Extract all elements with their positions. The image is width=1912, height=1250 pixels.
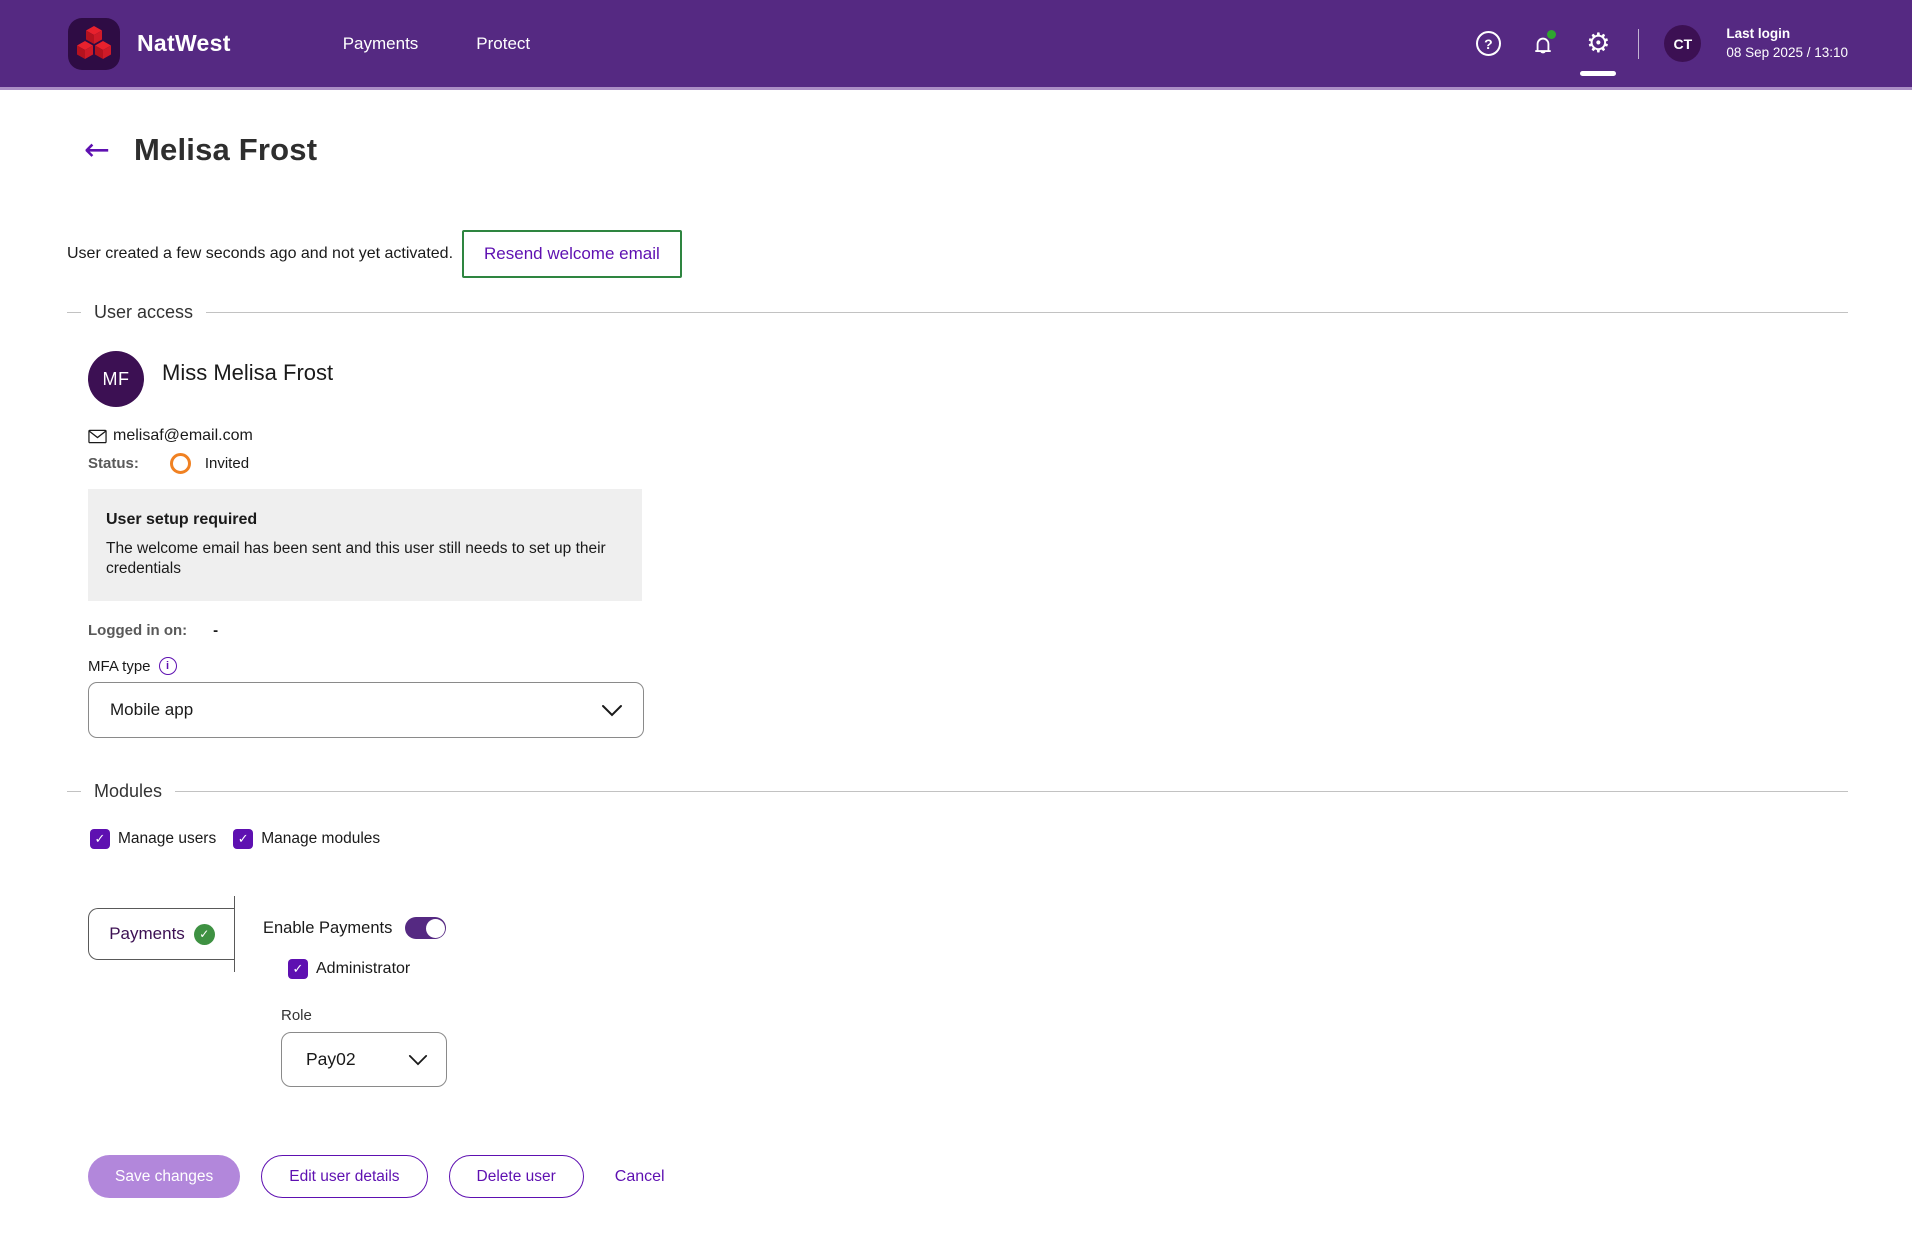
manage-users-checkbox-group[interactable]: ✓ Manage users <box>90 829 217 850</box>
last-login-label: Last login <box>1726 26 1791 42</box>
administrator-row: ✓ Administrator <box>288 959 447 980</box>
status-value: Invited <box>204 455 250 472</box>
top-nav-bar: NatWest Payments Protect ? ⚙ CT Last log… <box>0 0 1912 90</box>
user-access-label: User access <box>94 302 194 322</box>
module-enabled-check-icon: ✓ <box>193 923 215 945</box>
role-label: Role <box>281 1007 312 1025</box>
user-access-section-title: User access <box>67 302 1848 323</box>
user-email: melisaf@email.com <box>113 427 253 444</box>
info-icon[interactable]: i <box>158 657 177 676</box>
role-select[interactable]: Pay02 <box>281 1032 447 1088</box>
cancel-link[interactable]: Cancel <box>615 1168 665 1186</box>
modules-label: Modules <box>94 781 163 802</box>
toggle-knob <box>425 918 445 938</box>
setup-box-title: User setup required <box>106 511 258 528</box>
enable-payments-row: Enable Payments <box>263 917 447 940</box>
primary-nav: Payments Protect <box>343 34 530 54</box>
modules-permissions-row: ✓ Manage users ✓ Manage modules <box>90 829 1912 850</box>
manage-modules-checkbox-group[interactable]: ✓ Manage modules <box>233 829 381 850</box>
administrator-label: Administrator <box>316 960 411 978</box>
manage-modules-checkbox[interactable]: ✓ <box>233 829 254 850</box>
nav-item-payments[interactable]: Payments <box>343 34 419 54</box>
notification-dot <box>1547 29 1557 39</box>
module-tab-rail: Payments ✓ <box>88 896 235 973</box>
chevron-down-icon <box>602 704 622 717</box>
page-header: ← Melisa Frost <box>0 90 1912 168</box>
help-icon: ? <box>1475 31 1501 56</box>
administrator-checkbox-group[interactable]: ✓ Administrator <box>288 959 447 980</box>
status-invited-icon <box>169 453 191 474</box>
mfa-type-selected-value: Mobile app <box>110 700 194 720</box>
gear-icon: ⚙ <box>1586 28 1611 59</box>
chevron-down-icon <box>408 1054 428 1066</box>
edit-user-details-button[interactable]: Edit user details <box>261 1155 428 1199</box>
mfa-label-row: MFA type i <box>88 657 1912 676</box>
manage-users-label: Manage users <box>118 830 217 848</box>
help-button[interactable]: ? <box>1473 29 1503 59</box>
user-access-content: MF Miss Melisa Frost melisaf@email.com S… <box>88 351 1912 739</box>
administrator-checkbox[interactable]: ✓ <box>288 959 308 980</box>
enable-payments-label: Enable Payments <box>263 918 393 937</box>
setup-box-body: The welcome email has been sent and this… <box>106 540 606 578</box>
header-divider <box>1638 28 1640 59</box>
enable-payments-toggle[interactable] <box>405 917 447 940</box>
tab-payments[interactable]: Payments ✓ <box>88 908 235 961</box>
back-arrow-icon[interactable]: ← <box>84 134 110 166</box>
manage-users-checkbox[interactable]: ✓ <box>90 829 110 850</box>
user-menu-avatar[interactable]: CT <box>1664 25 1702 62</box>
module-detail-area: Payments ✓ Enable Payments ✓ Administrat… <box>0 896 1912 1088</box>
avatar: MF <box>88 351 144 407</box>
natwest-logo[interactable] <box>68 17 120 70</box>
logged-in-row: Logged in on: - <box>88 622 1912 639</box>
mfa-type-select[interactable]: Mobile app <box>88 682 644 739</box>
nav-item-protect[interactable]: Protect <box>476 34 530 54</box>
status-row: Status: Invited <box>88 453 1912 474</box>
save-changes-button[interactable]: Save changes <box>88 1155 241 1199</box>
resend-welcome-email-button[interactable]: Resend welcome email <box>462 230 682 278</box>
email-row: melisaf@email.com <box>88 427 1912 445</box>
role-selected-value: Pay02 <box>306 1049 356 1070</box>
page-title: Melisa Frost <box>133 132 318 167</box>
last-login-value: 08 Sep 2025 / 13:10 <box>1726 44 1848 60</box>
activation-notice-text: User created a few seconds ago and not y… <box>67 245 454 262</box>
mfa-type-label: MFA type <box>88 657 151 675</box>
payments-module-panel: Enable Payments ✓ Administrator Role Pay… <box>263 896 447 1088</box>
user-setup-required-box: User setup required The welcome email ha… <box>88 489 642 602</box>
user-full-name: Miss Melisa Frost <box>162 360 334 385</box>
status-label: Status: <box>88 455 139 472</box>
tab-payments-label: Payments <box>109 924 185 944</box>
header-utilities: ? ⚙ CT Last login 08 Sep 2025 / 13:10 <box>1473 25 1848 62</box>
last-login-block: Last login 08 Sep 2025 / 13:10 <box>1726 25 1848 61</box>
settings-button[interactable]: ⚙ <box>1583 29 1613 59</box>
footer-actions: Save changes Edit user details Delete us… <box>88 1155 1912 1199</box>
role-block: Role Pay02 <box>281 1007 447 1088</box>
brand-name: NatWest <box>137 30 231 56</box>
activation-notice-row: User created a few seconds ago and not y… <box>67 230 1912 278</box>
logged-in-label: Logged in on: <box>88 622 188 640</box>
notifications-button[interactable] <box>1528 29 1558 59</box>
delete-user-button[interactable]: Delete user <box>448 1155 584 1199</box>
natwest-cubes-icon <box>77 25 111 59</box>
user-identity-row: MF Miss Melisa Frost <box>88 351 1912 407</box>
modules-section-title: Modules <box>67 781 1848 802</box>
logged-in-value: - <box>213 622 219 640</box>
manage-modules-label: Manage modules <box>261 830 381 848</box>
envelope-icon <box>88 429 107 443</box>
